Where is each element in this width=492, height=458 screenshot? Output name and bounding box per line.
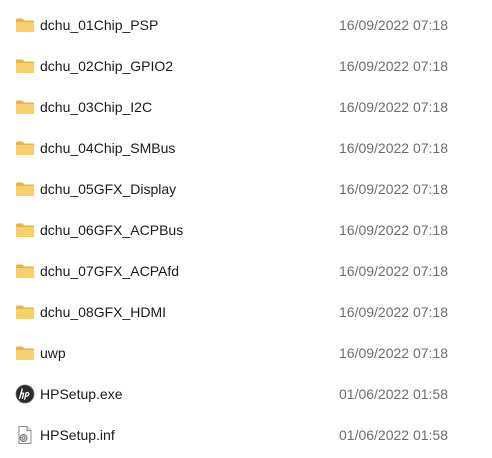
hp-app-icon (15, 384, 35, 404)
file-row[interactable]: dchu_01Chip_PSP 16/09/2022 07:18 (0, 4, 492, 45)
date-modified: 16/09/2022 07:18 (339, 344, 448, 361)
file-name: dchu_04Chip_SMBus (40, 139, 176, 156)
date-modified: 01/06/2022 01:58 (339, 385, 448, 402)
file-row[interactable]: dchu_05GFX_Display 16/09/2022 07:18 (0, 168, 492, 209)
folder-icon (15, 138, 35, 158)
file-row[interactable]: HPSetup.exe 01/06/2022 01:58 (0, 373, 492, 414)
date-modified: 16/09/2022 07:18 (339, 57, 448, 74)
folder-icon (15, 220, 35, 240)
folder-icon (15, 302, 35, 322)
file-row[interactable]: dchu_07GFX_ACPAfd 16/09/2022 07:18 (0, 250, 492, 291)
folder-icon (15, 179, 35, 199)
date-modified: 16/09/2022 07:18 (339, 180, 448, 197)
file-name: HPSetup.inf (40, 426, 115, 443)
file-row[interactable]: dchu_02Chip_GPIO2 16/09/2022 07:18 (0, 45, 492, 86)
folder-icon (15, 56, 35, 76)
file-row[interactable]: dchu_04Chip_SMBus 16/09/2022 07:18 (0, 127, 492, 168)
file-name: dchu_08GFX_HDMI (40, 303, 167, 320)
date-modified: 16/09/2022 07:18 (339, 16, 448, 33)
file-row[interactable]: dchu_03Chip_I2C 16/09/2022 07:18 (0, 86, 492, 127)
date-modified: 16/09/2022 07:18 (339, 303, 448, 320)
folder-icon (15, 15, 35, 35)
file-name: dchu_01Chip_PSP (40, 16, 159, 33)
file-name: dchu_02Chip_GPIO2 (40, 57, 174, 74)
file-name: dchu_05GFX_Display (40, 180, 177, 197)
file-name: dchu_03Chip_I2C (40, 98, 153, 115)
date-modified: 16/09/2022 07:18 (339, 98, 448, 115)
file-row[interactable]: dchu_06GFX_ACPBus 16/09/2022 07:18 (0, 209, 492, 250)
folder-icon (15, 261, 35, 281)
file-name: dchu_06GFX_ACPBus (40, 221, 184, 238)
file-name: uwp (40, 344, 66, 361)
file-row[interactable]: HPSetup.inf 01/06/2022 01:58 (0, 414, 492, 455)
file-name: HPSetup.exe (40, 385, 123, 402)
folder-icon (15, 97, 35, 117)
file-row[interactable]: dchu_08GFX_HDMI 16/09/2022 07:18 (0, 291, 492, 332)
date-modified: 16/09/2022 07:18 (339, 139, 448, 156)
setup-info-file-icon (15, 425, 35, 445)
date-modified: 01/06/2022 01:58 (339, 426, 448, 443)
date-modified: 16/09/2022 07:18 (339, 262, 448, 279)
folder-icon (15, 343, 35, 363)
file-list: dchu_01Chip_PSP 16/09/2022 07:18 dchu_02… (0, 0, 492, 458)
file-row[interactable]: uwp 16/09/2022 07:18 (0, 332, 492, 373)
date-modified: 16/09/2022 07:18 (339, 221, 448, 238)
file-name: dchu_07GFX_ACPAfd (40, 262, 180, 279)
